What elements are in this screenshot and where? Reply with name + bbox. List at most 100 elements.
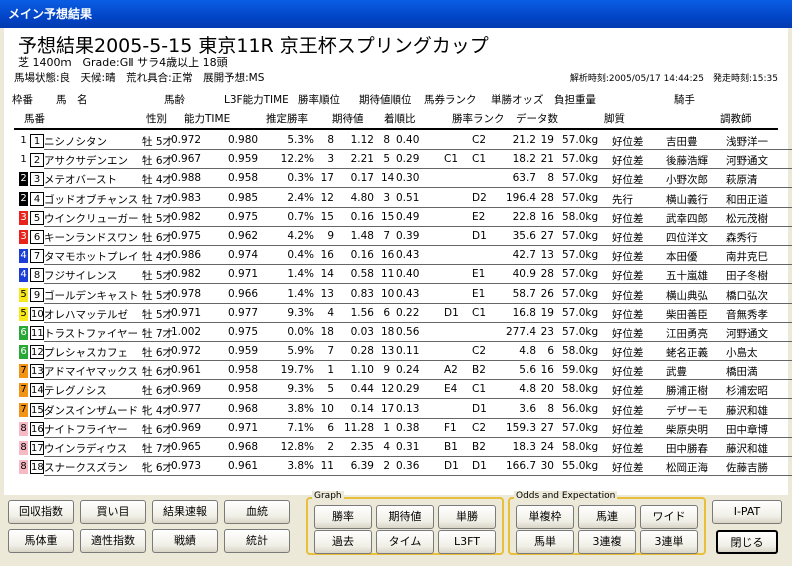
row-divider: [44, 283, 792, 285]
cell-data-count: 26: [540, 287, 554, 300]
header-trainer: 調教師: [720, 113, 752, 125]
odds-trifecta-button[interactable]: 3連単: [640, 530, 698, 554]
cell-odds: 35.6: [512, 229, 536, 242]
cell-age: 牡 5才: [142, 289, 174, 302]
row-divider: [44, 168, 792, 170]
odds-trio-button[interactable]: 3連複: [578, 530, 636, 554]
cell-jockey: 四位洋文: [666, 231, 708, 244]
cell-odds: 277.4: [506, 325, 537, 338]
cell-rate-rank: B2: [472, 441, 486, 453]
buy-ticket-button[interactable]: 買い目: [80, 500, 146, 524]
cell-horse-name: プレシャスカフェ: [44, 347, 128, 360]
cell-ev-rank: 13: [381, 345, 395, 358]
horse-number: 15: [30, 402, 44, 417]
table-row: 6 12 プレシャスカフェ牡 6才 0.972 0.959 5.9% 7 0.28 13 0.11…: [16, 343, 792, 362]
cell-trainer: 橋田満: [726, 366, 758, 379]
table-row: 4 8 フジサイレンス 牡 5才 0.982 0.971 1.4% 14 0.58 11 0.40 E…: [16, 266, 792, 285]
cell-trainer: 佐藤吉勝: [726, 462, 768, 475]
cell-weight: 58.0kg: [562, 383, 599, 396]
cell-finish-ratio: 0.38: [396, 421, 420, 434]
row-divider: [44, 340, 792, 342]
ipat-button[interactable]: I-PAT: [712, 500, 782, 524]
cell-weight: 57.0kg: [562, 191, 599, 204]
cell-weight: 57.0kg: [562, 287, 599, 300]
odds-wide-button[interactable]: ワイド: [640, 505, 698, 529]
cell-ability-time: 0.972: [171, 134, 202, 146]
cell-jockey: デザーモ: [666, 404, 708, 417]
table-row: 1 2 アサクサデンエン 牡 6才 0.967 0.959 12.2% 3 2.21 5 0.29 C…: [16, 151, 792, 170]
graph-time-button[interactable]: タイム: [376, 530, 434, 554]
cell-running-style: 好位差: [612, 212, 644, 225]
cell-ev-rank: 4: [383, 441, 390, 453]
cell-ev-rank: 17: [381, 402, 395, 415]
table-row: 1 1 ニシノシタン牡 5才 0.972 0.980 5.3% 8 1.12 8 0.40 C2 21…: [16, 132, 792, 151]
table-row: 6 11 トラストファイヤー牡 7才 1.002 0.975 0.0% 18 0.03 18 0.…: [16, 324, 792, 343]
cell-win-rank: 14: [320, 268, 334, 281]
cell-age: 牝 4才: [142, 404, 174, 417]
cell-weight: 59.0kg: [562, 364, 599, 377]
cell-l3f-time: 0.980: [228, 134, 259, 146]
horse-number: 13: [30, 364, 44, 379]
cell-est-win-rate: 12.2%: [280, 153, 314, 166]
odds-quinella-button[interactable]: 馬連: [578, 505, 636, 529]
horse-number: 5: [30, 210, 44, 225]
cell-expectation: 0.16: [350, 210, 374, 223]
body-weight-button[interactable]: 馬体重: [8, 529, 74, 553]
graph-win-rate-button[interactable]: 勝率: [314, 505, 372, 529]
statistics-button[interactable]: 統計: [224, 529, 290, 553]
cell-age: 牡 7才: [142, 193, 174, 206]
odds-win-place-button[interactable]: 単複枠: [516, 505, 574, 529]
horse-number: 17: [30, 441, 44, 455]
cell-horse-name: テレグノシス: [44, 385, 107, 398]
cell-jockey: 柴田善臣: [666, 308, 708, 321]
cell-l3f-time: 0.958: [228, 364, 259, 377]
close-button[interactable]: 閉じる: [716, 530, 778, 554]
row-divider: [44, 302, 792, 304]
waku-badge: 3: [19, 210, 28, 225]
cell-ability-time: 0.983: [171, 191, 202, 204]
cell-jockey: 蛯名正義: [666, 347, 708, 360]
aptitude-index-button[interactable]: 適性指数: [80, 529, 146, 553]
cell-finish-ratio: 0.43: [396, 287, 420, 300]
odds-exacta-button[interactable]: 馬単: [516, 530, 574, 554]
pedigree-button[interactable]: 血統: [224, 500, 290, 524]
graph-l3ft-button[interactable]: L3FT: [438, 530, 496, 554]
cell-est-win-rate: 19.7%: [280, 364, 314, 377]
graph-win-button[interactable]: 単勝: [438, 505, 496, 529]
cell-jockey: 吉田豊: [666, 136, 698, 148]
cell-jockey: 松岡正海: [666, 462, 708, 475]
cell-l3f-time: 0.971: [228, 268, 259, 281]
cell-age: 牡 6才: [142, 366, 174, 379]
cell-l3f-time: 0.975: [228, 210, 259, 223]
cell-ability-time: 0.973: [171, 460, 202, 473]
odds-label: Odds and Expectation: [514, 491, 618, 501]
cell-age: 牡 4才: [142, 251, 174, 264]
cell-expectation: 0.16: [350, 249, 374, 262]
cell-weight: 58.0kg: [562, 441, 599, 453]
analysis-time: 解析時刻:2005/05/17 14:44:25: [569, 74, 704, 84]
row-divider: [44, 379, 792, 381]
record-button[interactable]: 戦績: [152, 529, 218, 553]
cell-horse-name: ダンスインザムード: [44, 404, 139, 417]
graph-past-button[interactable]: 過去: [314, 530, 372, 554]
cell-running-style: 好位差: [612, 327, 644, 340]
cell-horse-name: アサクサデンエン: [44, 155, 128, 168]
cell-data-count: 23: [540, 325, 554, 338]
recovery-index-button[interactable]: 回収指数: [8, 500, 74, 524]
cell-odds: 42.7: [512, 249, 536, 262]
cell-est-win-rate: 9.3%: [287, 383, 314, 396]
cell-odds: 22.8: [512, 210, 536, 223]
cell-horse-name: メテオバースト: [44, 174, 117, 187]
cell-ev-rank: 5: [383, 153, 390, 166]
cell-horse-name: ウインラディウス: [44, 443, 128, 455]
cell-ticket-rank: E4: [444, 383, 458, 396]
table-row: 5 10 オレハマッテルゼ 牡 5才 0.971 0.977 9.3% 4 1.56 6 0.22 D…: [16, 305, 792, 324]
cell-data-count: 20: [540, 383, 554, 396]
cell-est-win-rate: 4.2%: [287, 229, 314, 242]
cell-ev-rank: 16: [381, 249, 395, 262]
cell-trainer: 田子冬樹: [726, 270, 768, 283]
waku-badge: 8: [19, 441, 28, 455]
result-flash-button[interactable]: 結果速報: [152, 500, 218, 524]
cell-trainer: 萩原清: [726, 174, 758, 187]
graph-ev-button[interactable]: 期待値: [376, 505, 434, 529]
